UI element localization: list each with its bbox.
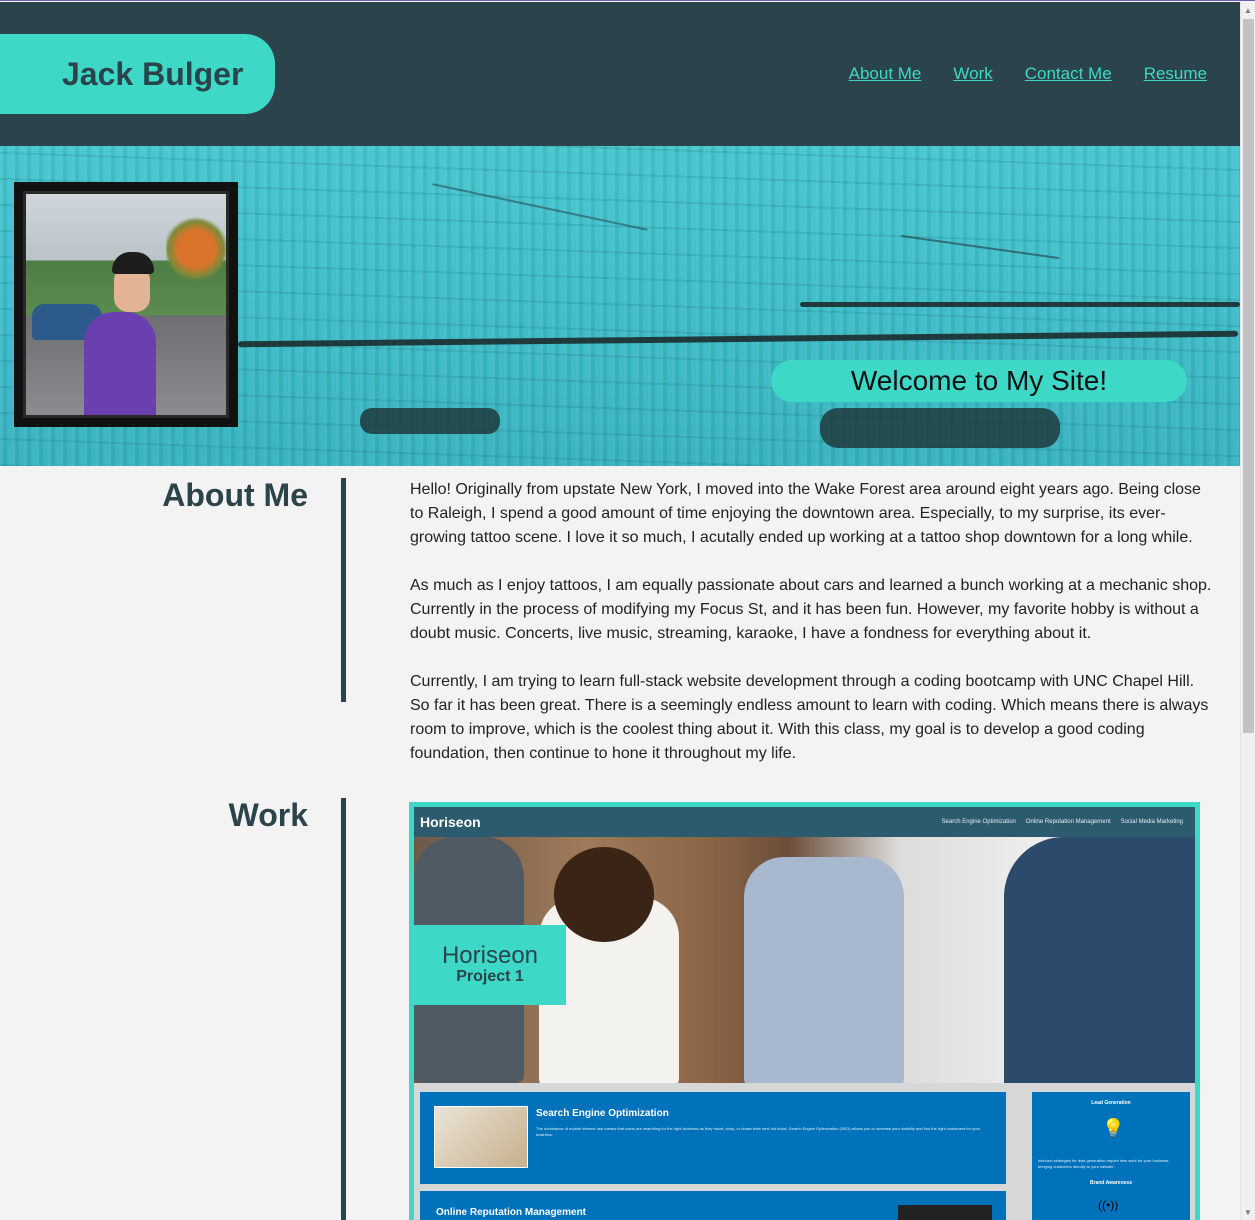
project-card-horiseon[interactable]: Horiseon Search Engine Optimization Onli… xyxy=(409,802,1200,1220)
project-preview-seo-block: Search Engine Optimization The dominance… xyxy=(420,1092,1006,1184)
broadcast-icon: ((•)) xyxy=(1098,1198,1119,1212)
about-paragraph: Currently, I am trying to learn full-sta… xyxy=(410,673,1209,762)
project-preview-links: Search Engine Optimization Online Reputa… xyxy=(942,819,1183,825)
hero-wood-crack xyxy=(360,408,500,434)
project-preview-hero-image: Horiseon Project 1 xyxy=(414,837,1195,1083)
work-heading: Work xyxy=(228,797,308,833)
nav-link-about-me[interactable]: About Me xyxy=(849,64,922,84)
main-nav: About Me Work Contact Me Resume xyxy=(849,64,1207,84)
project-preview-seo-body: The dominance of mobile Internet use mea… xyxy=(536,1126,980,1137)
scrollbar-thumb[interactable] xyxy=(1243,19,1254,733)
site-header: Jack Bulger About Me Work Contact Me Res… xyxy=(0,2,1240,146)
project-badge-title: Horiseon xyxy=(441,942,539,969)
lightbulb-icon: 💡 xyxy=(1102,1118,1125,1138)
project-preview-orm-image xyxy=(898,1205,992,1220)
scroll-up-arrow-icon[interactable]: ▲ xyxy=(1244,6,1252,15)
nav-link-contact-me[interactable]: Contact Me xyxy=(1025,64,1112,84)
hero-wood-crack xyxy=(800,302,1240,307)
project-preview-sidebar: Lead Generation 💡 Inbound strategies for… xyxy=(1032,1092,1190,1220)
profile-photo-frame xyxy=(14,182,238,427)
about-me-text: Hello! Originally from upstate New York,… xyxy=(410,478,1216,790)
project-preview-content: Search Engine Optimization The dominance… xyxy=(414,1083,1195,1220)
project-preview-side-title: Lead Generation xyxy=(1091,1100,1131,1106)
about-paragraph: Hello! Originally from upstate New York,… xyxy=(410,481,1201,546)
about-paragraph: As much as I enjoy tattoos, I am equally… xyxy=(410,577,1212,642)
project-preview-orm-title: Online Reputation Management xyxy=(436,1207,587,1218)
hero-wood-crack xyxy=(237,330,1239,348)
page-scrollbar[interactable]: ▲ ▼ xyxy=(1240,2,1255,1220)
project-preview-orm-block: Online Reputation Management xyxy=(420,1191,1006,1220)
project-badge[interactable]: Horiseon Project 1 xyxy=(414,925,566,1005)
brand-name[interactable]: Jack Bulger xyxy=(0,34,275,114)
about-me-divider xyxy=(341,478,346,702)
about-me-heading: About Me xyxy=(162,477,308,513)
project-badge-subtitle: Project 1 xyxy=(456,968,524,985)
project-preview-nav: Horiseon Search Engine Optimization Onli… xyxy=(414,807,1195,837)
nav-link-resume[interactable]: Resume xyxy=(1144,64,1207,84)
welcome-banner: Welcome to My Site! xyxy=(771,360,1187,402)
hero-wood-crack xyxy=(900,234,1060,260)
profile-photo xyxy=(23,191,229,418)
project-preview-link: Social Media Marketing xyxy=(1120,819,1183,825)
project-preview-seo-title: Search Engine Optimization xyxy=(536,1108,669,1119)
hero-banner: Welcome to My Site! xyxy=(0,146,1240,466)
nav-link-work[interactable]: Work xyxy=(953,64,992,84)
project-preview-link: Search Engine Optimization xyxy=(941,819,1016,825)
scroll-down-arrow-icon[interactable]: ▼ xyxy=(1244,1208,1252,1217)
work-divider xyxy=(341,798,346,1220)
project-preview-link: Online Reputation Management xyxy=(1025,819,1111,825)
hero-wood-crack xyxy=(820,408,1060,448)
project-preview-side-body: Inbound strategies for lead generation r… xyxy=(1038,1158,1170,1169)
project-preview-seo-image xyxy=(434,1106,528,1168)
project-preview-logo: Horiseon xyxy=(420,814,481,830)
hero-wood-crack xyxy=(432,183,648,231)
project-preview-side-title-2: Brand Awareness xyxy=(1090,1180,1132,1186)
